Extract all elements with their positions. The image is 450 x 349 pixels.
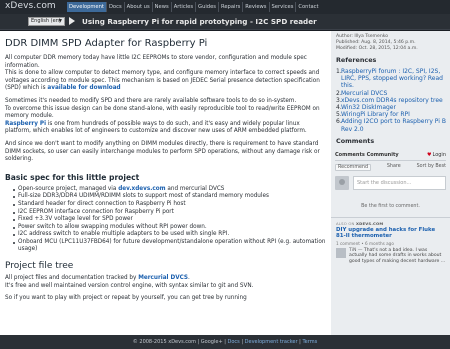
nav-item-contact[interactable]: Contact [296,2,320,12]
comment-actions: Recommend Share Sort by Best [335,163,446,171]
nav-item-news[interactable]: News [153,2,172,12]
sidebar: Author: Illya Tsemenko Published: Aug. 8… [331,31,450,335]
spec-item: I2C EEPROM interface connection for Rasp… [13,209,326,217]
reference-item[interactable]: 6. Adding I2CO port to Raspberry Pi B Rev… [336,118,446,132]
recommend-button[interactable]: Recommend [335,163,372,171]
nav-item-guides[interactable]: Guides [196,2,219,12]
play-icon [69,17,75,25]
share-button[interactable]: Share [387,164,401,171]
avatar [336,247,346,258]
spd-download-link[interactable]: available for download [47,85,120,91]
also-on-meta: 1 comment • 6 months ago [336,240,394,246]
page-subtitle: Using Raspberry Pi for rapid prototyping… [82,17,317,26]
dev-xdevs-link[interactable]: dev.xdevs.com [118,186,165,192]
page-title: DDR DIMM SPD Adapter for Raspberry Pi [5,38,208,49]
reference-item[interactable]: 5. WiringPi Library for RPI [336,111,446,118]
reference-item[interactable]: 2. Mercurial DVCS [336,90,446,97]
language-select-value: English (en) [31,18,61,24]
spec-item: Full-size DDR3/DDR4 UDIMM/RDIMM slots to… [13,193,326,201]
also-on-quote: TiN — That's not a bad idea. I was actua… [336,247,446,265]
spec-heading: Basic spec for this little project [5,172,140,182]
also-on-section: ALSO ON XDEVS.COM DIY upgrade and hacks … [331,216,450,265]
article-meta: Author: Illya Tsemenko Published: Aug. 8… [331,31,450,52]
spec-item: Standard header for direct connection to… [13,201,326,209]
nav-item-articles[interactable]: Articles [172,2,197,12]
login-button[interactable]: ♥Login [427,152,446,158]
tab-comments[interactable]: Comments Community [335,152,399,158]
avatar [335,175,349,190]
top-navbar: xDevs.com Development Docs About us News… [0,0,450,14]
paragraph-tools: Sometimes it's needed to modify SPD and … [5,97,297,104]
language-select[interactable]: English (en) ▼ [28,17,65,26]
nav-item-development[interactable]: Development [67,2,107,12]
sort-dropdown[interactable]: Sort by Best [417,164,446,171]
empty-comments-message: Be the first to comment. [361,203,420,209]
also-on-label: ALSO ON XDEVS.COM [336,220,384,226]
main-nav: Development Docs About us News Articles … [67,2,321,12]
spec-item: Power switch to allow swapping modules w… [13,224,326,232]
heart-icon: ♥ [427,151,432,158]
footer-terms-link[interactable]: Terms [302,339,317,345]
mercurial-link[interactable]: Mercurial DVCS [138,275,188,281]
page: xDevs.com Development Docs About us News… [0,0,450,349]
file-tree-paragraph-2: It's free and well maintained version co… [5,282,254,289]
reference-item[interactable]: 3. xDevs.com DDR4s repository tree [336,97,446,104]
file-tree-heading: Project file tree [5,261,74,272]
chevron-down-icon: ▼ [58,19,62,24]
also-on-article-link[interactable]: DIY upgrade and hacks for Fluke 81-II th… [336,227,446,240]
reference-item[interactable]: 4. Win32 DiskImager [336,104,446,111]
raspberry-pi-link[interactable]: Raspberry Pi [5,121,46,127]
footer-docs-link[interactable]: Docs [228,339,240,345]
nav-item-services[interactable]: Services [270,2,297,12]
references-title: References [336,56,377,64]
title-bar: English (en) ▼ Using Raspberry Pi for ra… [0,14,450,30]
comments-title: Comments [336,136,375,145]
nav-item-repairs[interactable]: Repairs [219,2,244,12]
paragraph-raspberry: Raspberry Pi is one from hundreds of pos… [5,120,307,135]
spec-item: I2C address switch to enable multiple ad… [13,231,326,239]
spec-item: Onboard MCU (LPC11U37FBD64) for future d… [13,239,326,254]
file-tree-paragraph-3: So if you want to play with project or r… [5,295,247,302]
paragraph-dimm: And since we don't want to modify anythi… [5,140,320,163]
file-tree-paragraph-1: All project files and documentation trac… [5,275,190,282]
footer-tracker-link[interactable]: Development tracker [245,339,298,345]
article-content: DDR DIMM SPD Adapter for Raspberry Pi Al… [0,31,331,335]
nav-item-about[interactable]: About us [125,2,153,12]
intro-paragraph-1: All computer DDR memory today have littl… [5,55,307,69]
spec-item: Fixed +3.3V voltage level for SPD power [13,216,326,224]
comments-header: Comments Community ♥Login [335,152,446,161]
spec-list: Open-source project, managed via dev.xde… [5,186,326,254]
references-list: 1. RaspberryPi forum : I2C, SPI, I2S, LIR… [331,66,450,133]
discussion-input[interactable]: Start the discussion... [353,175,446,190]
comment-composer: Start the discussion... [335,175,446,190]
footer: © 2008-2015 xDevs.com | Google+ | Docs |… [0,335,450,349]
nav-item-docs[interactable]: Docs [107,2,125,12]
intro-paragraph-2: This is done to allow computer to detect… [5,70,320,92]
reference-item[interactable]: 1. RaspberryPi forum : I2C, SPI, I2S, LIR… [336,68,446,90]
site-logo[interactable]: xDevs.com [5,1,56,11]
nav-item-reviews[interactable]: Reviews [243,2,270,12]
spec-item: Open-source project, managed via dev.xde… [13,186,326,194]
paragraph-standalone: To overcome this issue design can be don… [5,105,320,120]
